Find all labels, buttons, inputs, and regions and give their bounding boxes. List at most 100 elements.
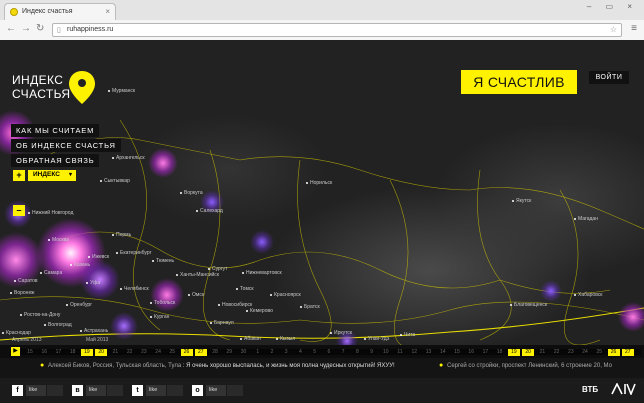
city-label[interactable]: Волгоград — [44, 322, 72, 328]
city-label[interactable]: Тобольск — [150, 300, 175, 306]
city-label[interactable]: Братск — [300, 304, 320, 310]
twitter-icon[interactable]: t — [132, 384, 143, 396]
timeline-day[interactable]: 8 — [351, 349, 363, 356]
window-controls[interactable]: – ▭ × — [587, 2, 638, 11]
timeline-day[interactable]: 22 — [551, 349, 563, 356]
timeline-day[interactable]: 22 — [124, 349, 136, 356]
timeline-day[interactable]: 7 — [337, 349, 349, 356]
city-label[interactable]: Омск — [188, 292, 204, 298]
city-label[interactable]: Нижневартовск — [242, 270, 282, 276]
city-label[interactable]: Астрахань — [80, 328, 108, 334]
city-label[interactable]: Чита — [400, 332, 415, 338]
timeline-day[interactable]: 27 — [621, 349, 634, 356]
timeline-day[interactable]: 21 — [109, 349, 121, 356]
timeline-day[interactable]: 10 — [380, 349, 392, 356]
odnoklassniki-icon[interactable]: о — [192, 384, 203, 396]
city-label[interactable]: Казань — [70, 262, 90, 268]
city-label[interactable]: Якутск — [512, 198, 531, 204]
timeline-day[interactable]: 2 — [266, 349, 278, 356]
city-label[interactable]: Екатеринбург — [116, 250, 151, 256]
timeline-day[interactable]: 12 — [408, 349, 420, 356]
nav-feedback[interactable]: ОБРАТНАЯ СВЯЗЬ — [11, 154, 100, 167]
timeline-day[interactable]: 13 — [423, 349, 435, 356]
city-label[interactable]: Архангельск — [112, 155, 145, 161]
timeline-day[interactable]: 25 — [593, 349, 605, 356]
timeline-day[interactable]: 24 — [152, 349, 164, 356]
timeline-day[interactable]: 9 — [366, 349, 378, 356]
timeline-day[interactable]: 23 — [565, 349, 577, 356]
timeline-day[interactable]: 11 — [394, 349, 406, 356]
like-button[interactable]: like — [26, 384, 46, 396]
city-label[interactable]: Благовещенск — [510, 302, 547, 308]
city-label[interactable]: Иркутск — [330, 330, 352, 336]
like-button[interactable]: like — [146, 384, 166, 396]
city-label[interactable]: Сыктывкар — [100, 178, 130, 184]
city-label[interactable]: Улан-Удэ — [364, 336, 389, 342]
layer-select[interactable]: ИНДЕКС ▾ — [28, 170, 76, 181]
timeline-day[interactable]: 15 — [24, 349, 36, 356]
city-label[interactable]: Барнаул — [210, 320, 234, 326]
address-bar[interactable]: ▯ ruhappiness.ru ☆ — [52, 23, 622, 37]
facebook-icon[interactable]: f — [12, 384, 23, 396]
city-label[interactable]: Нижний Новгород — [28, 210, 73, 216]
timeline-day[interactable]: 1 — [252, 349, 264, 356]
timeline-day[interactable]: 16 — [465, 349, 477, 356]
timeline-day[interactable]: 6 — [323, 349, 335, 356]
city-label[interactable]: Уфа — [86, 280, 100, 286]
city-label[interactable]: Ханты-Мансийск — [176, 272, 219, 278]
reload-icon[interactable]: ↻ — [36, 23, 44, 34]
timeline-day[interactable]: 23 — [138, 349, 150, 356]
nav-how-we-count[interactable]: КАК МЫ СЧИТАЕМ — [11, 124, 100, 137]
browser-tab[interactable]: Индекс счастья × — [4, 3, 116, 20]
city-label[interactable]: Воронеж — [10, 290, 35, 296]
city-label[interactable]: Абакан — [240, 336, 261, 342]
timeline-day[interactable]: 19 — [507, 349, 520, 356]
aimbe-logo-icon[interactable] — [611, 383, 637, 395]
timeline-day[interactable]: 25 — [166, 349, 178, 356]
login-button[interactable]: ВОЙТИ — [589, 71, 629, 84]
timeline-day[interactable]: 28 — [209, 349, 221, 356]
city-label[interactable]: Красноярск — [270, 292, 301, 298]
timeline-day[interactable]: 19 — [80, 349, 93, 356]
city-label[interactable]: Москва — [48, 237, 69, 243]
timeline-day[interactable]: 18 — [494, 349, 506, 356]
like-button[interactable]: like — [206, 384, 226, 396]
ticker-message[interactable]: Алексей Биков, Россия, Тульская область,… — [48, 363, 395, 369]
city-label[interactable]: Пермь — [112, 232, 131, 238]
city-label[interactable]: Самара — [40, 270, 62, 276]
city-label[interactable]: Ижевск — [88, 254, 109, 260]
bookmark-star-icon[interactable]: ☆ — [610, 25, 617, 34]
play-icon[interactable]: ▶ — [11, 347, 20, 356]
nav-about-index[interactable]: ОБ ИНДЕКСЕ СЧАСТЬЯ — [11, 139, 121, 152]
city-label[interactable]: Воркута — [180, 190, 203, 196]
forward-icon[interactable]: → — [21, 23, 31, 34]
timeline-day[interactable]: 29 — [223, 349, 235, 356]
city-label[interactable]: Курган — [150, 314, 169, 320]
timeline-day[interactable]: 17 — [479, 349, 491, 356]
timeline-day[interactable]: 21 — [536, 349, 548, 356]
city-label[interactable]: Норильск — [306, 180, 332, 186]
city-label[interactable]: Тюмень — [152, 258, 174, 264]
timeline-day[interactable]: 24 — [579, 349, 591, 356]
timeline-day[interactable]: 26 — [180, 349, 193, 356]
city-label[interactable]: Саратов — [14, 278, 38, 284]
timeline-day[interactable]: 16 — [38, 349, 50, 356]
vk-icon[interactable]: в — [72, 384, 83, 396]
browser-menu-icon[interactable]: ≡ — [631, 23, 637, 34]
timeline-day[interactable]: 5 — [309, 349, 321, 356]
city-label[interactable]: Челябинск — [120, 286, 149, 292]
city-label[interactable]: Магадан — [574, 216, 598, 222]
city-label[interactable]: Кызыл — [276, 336, 295, 342]
timeline-day[interactable]: 17 — [52, 349, 64, 356]
timeline-day[interactable]: 4 — [294, 349, 306, 356]
city-label[interactable]: Салехард — [196, 208, 223, 214]
ticker-message[interactable]: Сергей со стройки, проспект Ленинский, 6… — [447, 363, 612, 369]
timeline-day[interactable]: 30 — [237, 349, 249, 356]
site-logo[interactable]: ИНДЕКС СЧАСТЬЯ — [12, 73, 70, 101]
city-label[interactable]: Ростов-на-Дону — [20, 312, 60, 318]
timeline-day[interactable]: 15 — [451, 349, 463, 356]
city-label[interactable]: Кемерово — [246, 308, 273, 314]
city-label[interactable]: Томск — [236, 286, 254, 292]
timeline-day[interactable]: 20 — [522, 349, 535, 356]
like-button[interactable]: like — [86, 384, 106, 396]
